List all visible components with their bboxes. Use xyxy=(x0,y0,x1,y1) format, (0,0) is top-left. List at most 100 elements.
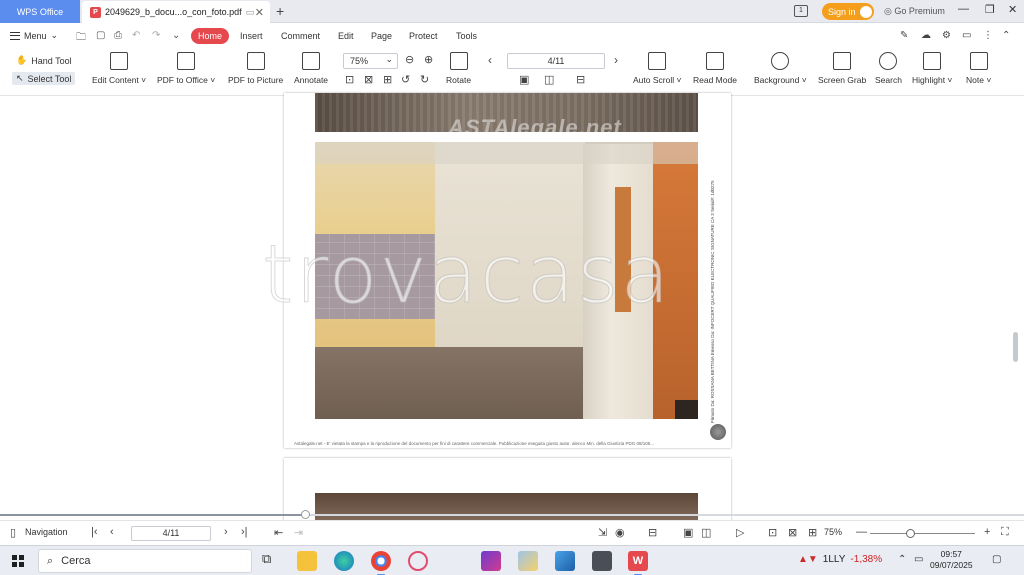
fit-width-status-icon[interactable]: ⊞ xyxy=(808,526,817,539)
stock-widget[interactable]: ▲▼ 1LLY -1,38% xyxy=(798,554,882,565)
navigation-button[interactable]: Navigation xyxy=(25,527,68,537)
brush-icon[interactable]: ✎ xyxy=(900,30,908,41)
status-page-input[interactable]: 4/11 xyxy=(131,526,211,541)
fullscreen-icon[interactable]: ⛶ xyxy=(1001,526,1009,539)
menu-home[interactable]: Home xyxy=(191,28,229,44)
menu-edit[interactable]: Edit xyxy=(338,31,354,41)
annotate-button[interactable]: Annotate xyxy=(294,52,328,85)
app-icon[interactable] xyxy=(555,551,575,571)
continuous-view-icon[interactable]: ⊟ xyxy=(648,526,657,539)
edge-browser-icon[interactable] xyxy=(334,551,354,571)
print-icon[interactable]: ⎙ xyxy=(114,30,122,41)
single-view-icon[interactable]: ▣ xyxy=(683,526,693,539)
last-page-icon[interactable]: ›| xyxy=(241,526,248,538)
open-folder-icon[interactable]: 🗀 xyxy=(76,30,86,47)
screen-grab-button[interactable]: Screen Grab xyxy=(818,52,866,85)
previous-page-icon[interactable]: ‹ xyxy=(488,53,492,67)
select-tool-button[interactable]: ↖ Select Tool xyxy=(12,72,76,85)
fit-page-status-icon[interactable]: ⊠ xyxy=(788,526,797,539)
continuous-icon[interactable]: ⊟ xyxy=(576,73,585,86)
menu-page[interactable]: Page xyxy=(371,31,392,41)
menu-protect[interactable]: Protect xyxy=(409,31,438,41)
go-premium-button[interactable]: ◎ Go Premium xyxy=(884,6,945,17)
menu-tools[interactable]: Tools xyxy=(456,31,477,41)
double-page-icon[interactable]: ◫ xyxy=(544,73,554,86)
note-button[interactable]: Note ˅ xyxy=(966,52,991,85)
highlight-button[interactable]: Highlight ˅ xyxy=(912,52,952,85)
wps-taskbar-icon[interactable]: W xyxy=(628,551,648,575)
menu-comment[interactable]: Comment xyxy=(281,31,320,41)
document-viewport[interactable]: ASTAlegale.net Firmato Da: ROSSANA BETTI… xyxy=(0,93,1024,528)
pdf-to-office-button[interactable]: PDF to Office ˅ xyxy=(157,52,215,85)
task-view-icon[interactable]: ⧉ xyxy=(262,551,282,571)
windows-start-icon[interactable] xyxy=(12,555,24,567)
customize-icon[interactable]: ⌄ xyxy=(172,30,180,41)
background-button[interactable]: Background ˅ xyxy=(754,52,807,85)
more-icon[interactable]: ⋮ xyxy=(983,30,993,41)
pdf-to-picture-button[interactable]: PDF to Picture xyxy=(228,52,283,85)
paint-icon[interactable] xyxy=(518,551,538,571)
single-page-icon[interactable]: ▣ xyxy=(519,73,529,86)
search-button[interactable]: Search xyxy=(875,52,902,85)
main-menu-button[interactable]: Menu ⌄ xyxy=(10,30,58,41)
play-icon[interactable]: ▷ xyxy=(736,526,744,539)
settings-icon[interactable]: ⚙ xyxy=(942,30,951,41)
export-icon[interactable]: ⇲ xyxy=(598,526,607,539)
document-tab[interactable]: P 2049629_b_docu...o_con_foto.pdf ▭ ✕ xyxy=(82,1,270,23)
fit-page-icon[interactable]: ⊠ xyxy=(364,73,373,86)
sign-in-button[interactable]: Sign in xyxy=(822,3,874,20)
notepad-icon[interactable] xyxy=(592,551,612,571)
zoom-in-status-icon[interactable]: + xyxy=(984,526,990,538)
fit-width-icon[interactable]: ⊞ xyxy=(383,73,392,86)
double-view-icon[interactable]: ◫ xyxy=(701,526,711,539)
menu-insert[interactable]: Insert xyxy=(240,31,263,41)
collapse-ribbon-icon[interactable]: ⌃ xyxy=(1002,30,1010,41)
zoom-in-icon[interactable]: ⊕ xyxy=(424,53,433,66)
restore-icon[interactable]: ❐ xyxy=(985,3,995,16)
actual-size-status-icon[interactable]: ⊡ xyxy=(768,526,777,539)
next-page-status-icon[interactable]: › xyxy=(224,526,228,538)
reading-progress-knob[interactable] xyxy=(301,510,310,519)
read-mode-button[interactable]: Read Mode xyxy=(693,52,737,85)
redo-icon[interactable]: ↷ xyxy=(152,30,160,41)
network-icon[interactable]: ▭ xyxy=(914,554,923,565)
taskbar-search-input[interactable]: ⌕ Cerca xyxy=(38,549,252,573)
minimize-icon[interactable]: — xyxy=(958,3,969,15)
first-page-icon[interactable]: |‹ xyxy=(91,526,98,538)
close-window-icon[interactable]: ✕ xyxy=(1008,3,1017,16)
next-page-icon[interactable]: › xyxy=(614,53,618,67)
edit-content-button[interactable]: Edit Content ˅ xyxy=(92,52,146,85)
zoom-level-select[interactable]: 75% xyxy=(824,527,842,537)
comment-icon[interactable]: ▭ xyxy=(962,30,971,41)
auto-scroll-button[interactable]: Auto Scroll ˅ xyxy=(633,52,681,85)
zoom-slider-knob[interactable] xyxy=(906,529,915,538)
page-number-input[interactable]: 4/11 xyxy=(507,53,605,69)
actual-size-icon[interactable]: ⊡ xyxy=(345,73,354,86)
cloud-icon[interactable]: ☁ xyxy=(921,30,931,41)
snipping-icon[interactable] xyxy=(408,551,428,571)
zoom-out-icon[interactable]: ⊖ xyxy=(405,53,414,66)
previous-page-status-icon[interactable]: ‹ xyxy=(110,526,114,538)
chrome-icon[interactable] xyxy=(371,551,391,575)
taskbar-clock[interactable]: 09:57 09/07/2025 xyxy=(930,549,973,571)
rotate-left-icon[interactable]: ↺ xyxy=(401,73,410,86)
forward-view-icon[interactable]: ⇥ xyxy=(294,526,303,539)
window-count-icon[interactable]: 1 xyxy=(794,5,808,17)
navigation-icon[interactable]: ▯ xyxy=(10,526,16,539)
hand-tool-button[interactable]: ✋ Hand Tool xyxy=(12,54,76,67)
zoom-select[interactable]: 75% xyxy=(343,52,398,69)
notifications-icon[interactable]: ▢ xyxy=(992,554,1001,565)
eye-protection-icon[interactable]: ◉ xyxy=(615,526,625,539)
zoom-out-status-icon[interactable]: — xyxy=(856,526,867,538)
reading-progress-bar[interactable] xyxy=(0,510,1024,519)
file-explorer-icon[interactable] xyxy=(297,551,317,571)
undo-icon[interactable]: ↶ xyxy=(132,30,140,41)
vertical-scrollbar[interactable] xyxy=(1013,332,1018,362)
save-icon[interactable]: ▢ xyxy=(96,30,105,41)
close-tab-icon[interactable]: ✕ xyxy=(255,6,264,19)
rotate-button[interactable]: Rotate xyxy=(446,52,471,85)
zoom-slider[interactable] xyxy=(870,529,975,538)
wps-office-tab[interactable]: WPS Office xyxy=(0,0,80,23)
tray-chevron-icon[interactable]: ⌃ xyxy=(898,554,906,565)
back-view-icon[interactable]: ⇤ xyxy=(274,526,283,539)
